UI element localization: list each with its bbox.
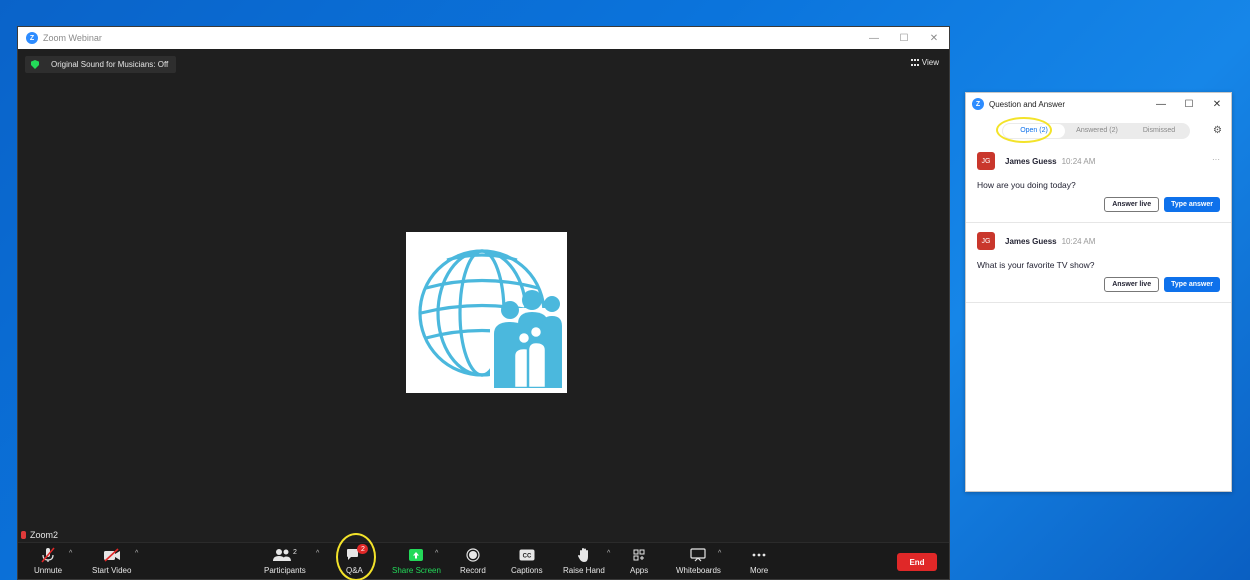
question-more-icon[interactable]: ··· [1212,155,1220,164]
video-tile [406,232,567,393]
qa-button[interactable]: 2 Q&A [346,544,369,575]
more-dots-icon [752,546,766,564]
type-answer-button[interactable]: Type answer [1164,197,1220,212]
qa-maximize-button[interactable]: ☐ [1175,93,1203,115]
zoom-logo-icon: Z [26,32,38,44]
participants-label: Participants [264,566,306,575]
raise-hand-button[interactable]: Raise Hand [563,546,605,575]
audio-options-caret[interactable]: ^ [69,550,72,557]
question-actions: Answer live Type answer [977,277,1220,302]
window-controls: — ☐ ✕ [859,27,949,49]
question-header: JG James Guess 10:24 AM ··· [977,151,1220,171]
qa-titlebar: Z Question and Answer — ☐ ✕ [966,93,1231,115]
question-item: JG James Guess 10:24 AM ··· How are you … [966,151,1231,223]
globe-family-logo-icon [417,248,562,388]
shield-icon [31,60,39,69]
tab-dismissed[interactable]: Dismissed [1128,123,1190,139]
maximize-button[interactable]: ☐ [889,27,919,49]
qa-label: Q&A [346,566,363,575]
question-text: What is your favorite TV show? [977,260,1095,270]
share-screen-label: Share Screen [392,566,441,575]
share-screen-button[interactable]: Share Screen [392,546,441,575]
video-options-caret[interactable]: ^ [135,550,138,557]
tab-open[interactable]: Open (2) [1003,124,1065,138]
original-sound-label: Original Sound for Musicians: Off [51,60,169,69]
captions-label: Captions [511,566,543,575]
view-button[interactable]: View [910,58,939,67]
type-answer-button[interactable]: Type answer [1164,277,1220,292]
whiteboards-options-caret[interactable]: ^ [718,550,721,557]
qa-window-title: Question and Answer [989,99,1066,109]
raise-hand-label: Raise Hand [563,566,605,575]
avatar: JG [977,152,995,170]
video-off-icon [103,546,121,564]
whiteboard-icon [690,546,707,564]
tab-answered[interactable]: Answered (2) [1066,123,1128,139]
participants-options-caret[interactable]: ^ [316,550,319,557]
qa-close-button[interactable]: ✕ [1203,93,1231,115]
meeting-toolbar: Unmute ^ Start Video ^ 2 Participants ^ … [18,533,949,580]
zoom-logo-icon: Z [972,98,984,110]
reactions-options-caret[interactable]: ^ [607,550,610,557]
view-label: View [921,58,939,67]
speaker-name: Zoom2 [30,530,59,540]
chat-bubble-icon: 2 [346,544,369,564]
apps-button[interactable]: Apps [630,546,648,575]
raise-hand-icon [577,546,591,564]
answer-live-button[interactable]: Answer live [1104,197,1160,212]
end-button[interactable]: End [897,553,937,571]
close-button[interactable]: ✕ [919,27,949,49]
qa-window: Z Question and Answer — ☐ ✕ Open (2) Ans… [965,92,1232,492]
unmute-button[interactable]: Unmute [34,546,62,575]
zoom-titlebar: Z Zoom Webinar — ☐ ✕ [18,27,949,49]
start-video-label: Start Video [92,566,132,575]
participants-count: 2 [292,548,297,556]
record-icon [466,546,480,564]
participants-button[interactable]: 2 Participants [264,546,306,576]
qa-tabs: Open (2) Answered (2) Dismissed [1002,123,1190,139]
captions-button[interactable]: CC Captions [511,546,543,575]
more-label: More [750,566,769,575]
asker-name: James Guess [1005,236,1057,246]
apps-label: Apps [630,566,649,575]
gear-icon[interactable]: ⚙ [1213,125,1222,136]
mic-muted-icon [40,546,56,564]
original-sound-toggle[interactable]: Original Sound for Musicians: Off [25,56,177,73]
share-options-caret[interactable]: ^ [435,550,438,557]
question-item: JG James Guess 10:24 AM What is your fav… [966,231,1231,303]
whiteboards-button[interactable]: Whiteboards [676,546,721,575]
start-video-button[interactable]: Start Video [92,546,131,575]
record-label: Record [460,566,486,575]
minimize-button[interactable]: — [859,27,889,49]
avatar: JG [977,232,995,250]
grid-icon [910,59,919,66]
question-header: JG James Guess 10:24 AM [977,231,1220,251]
closed-captions-icon: CC [519,546,535,564]
qa-window-controls: — ☐ ✕ [1147,93,1231,115]
participants-icon: 2 [272,546,297,564]
record-button[interactable]: Record [460,546,486,575]
zoom-window-title: Zoom Webinar [43,33,102,43]
answer-live-button[interactable]: Answer live [1104,277,1160,292]
qa-minimize-button[interactable]: — [1147,93,1175,115]
muted-mic-icon [21,531,26,539]
question-time: 10:24 AM [1061,236,1096,246]
question-actions: Answer live Type answer [977,197,1220,222]
question-text: How are you doing today? [977,180,1076,190]
asker-name: James Guess [1005,156,1057,166]
active-speaker-label: Zoom2 [21,530,58,540]
qa-count-badge: 2 [357,544,369,554]
share-screen-icon [409,546,424,564]
apps-icon [633,546,645,564]
question-time: 10:24 AM [1061,156,1096,166]
more-button[interactable]: More [750,546,768,575]
unmute-label: Unmute [34,566,63,575]
svg-text:CC: CC [522,554,531,560]
zoom-webinar-window: Z Zoom Webinar — ☐ ✕ Original Sound for … [17,26,950,580]
whiteboards-label: Whiteboards [676,566,721,575]
